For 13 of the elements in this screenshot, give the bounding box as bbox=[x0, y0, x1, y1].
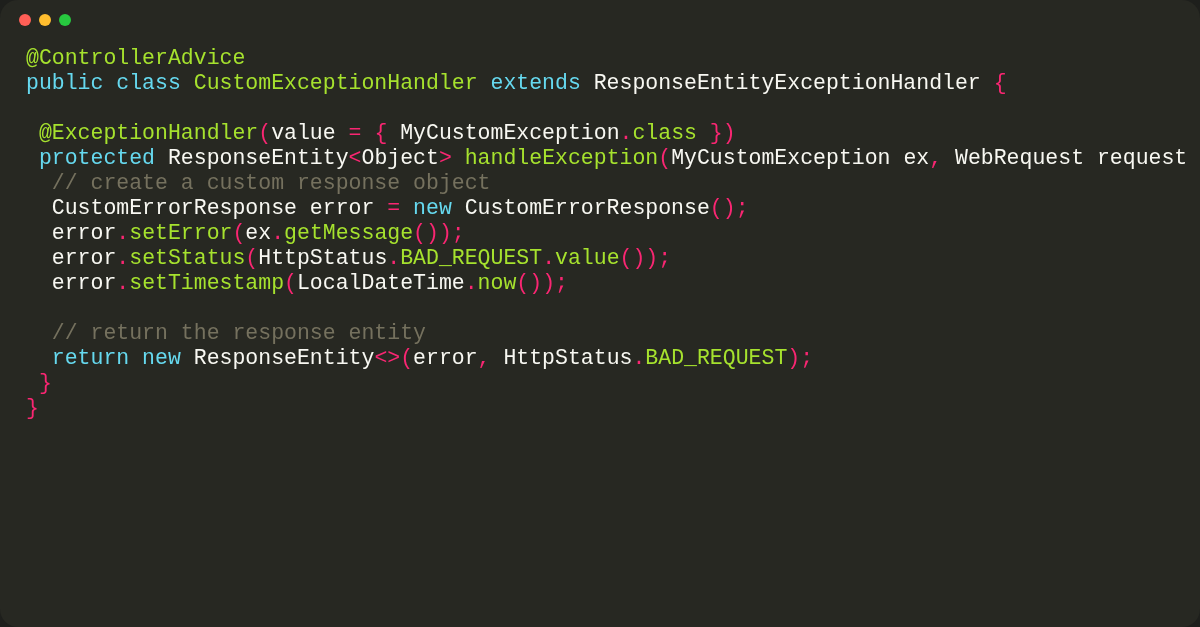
code-line: error.setStatus(HttpStatus.BAD_REQUEST.value()); bbox=[50, 246, 672, 271]
code-line: error.setError(ex.getMessage()); bbox=[50, 221, 465, 246]
code-line: public class CustomExceptionHandler extends ResponseEntityExceptionHandler { bbox=[26, 71, 1007, 96]
code-line: protected ResponseEntity<Object> handleException(MyCustomException ex, WebRequest request bbox=[37, 146, 1188, 171]
code-line: CustomErrorResponse error = new CustomErrorResponse(); bbox=[50, 196, 749, 221]
code-line: // create a custom response object bbox=[50, 171, 491, 196]
code-line: // return the response entity bbox=[50, 321, 426, 346]
code-line: } bbox=[37, 371, 52, 396]
code-line: } bbox=[26, 396, 39, 421]
code-line: return new ResponseEntity<>(error, HttpStatus.BAD_REQUEST); bbox=[50, 346, 814, 371]
code-line: @ControllerAdvice bbox=[26, 46, 246, 71]
code-line: @ExceptionHandler(value = { MyCustomException.class }) bbox=[37, 121, 736, 146]
code-line: error.setTimestamp(LocalDateTime.now()); bbox=[50, 271, 568, 296]
